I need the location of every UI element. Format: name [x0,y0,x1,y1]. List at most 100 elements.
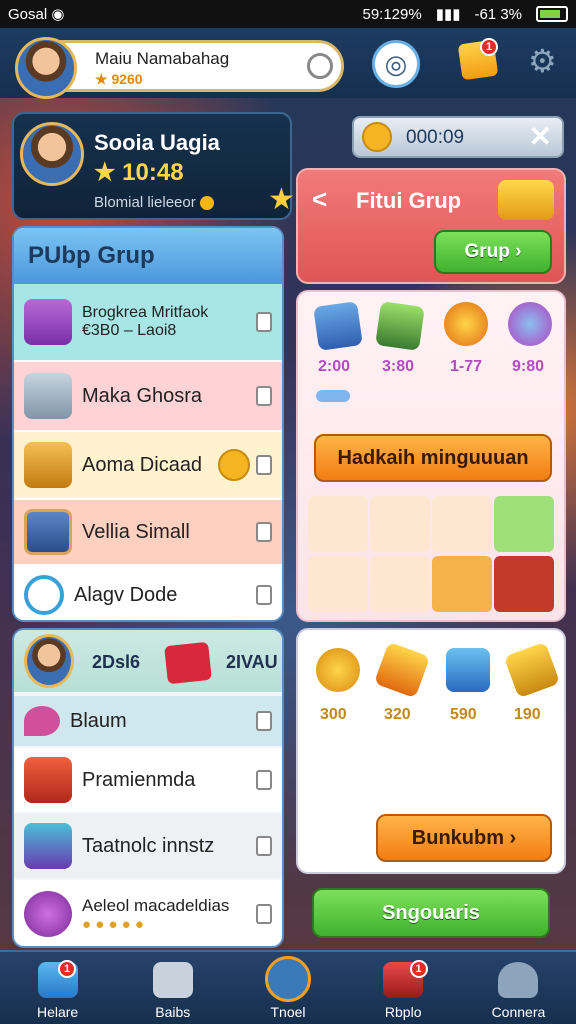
coin-icon [362,122,392,152]
list-item[interactable]: Maka Ghosra [14,362,282,430]
nav-item-rbplo[interactable]: 1 Rbplo [346,952,461,1024]
chat-icon [24,575,64,615]
medal-icon[interactable] [444,302,488,346]
chest-icon [24,823,72,869]
rewards-panel-2: 300 320 590 190 Bunkubm › [296,628,566,874]
star-icon: ★ [268,183,295,216]
chest-icon [24,757,72,803]
list-item-label: Brogkrea Mritfaok [82,304,209,321]
list-item[interactable]: Alagv Dode [14,566,282,620]
nav-item-connera[interactable]: Connera [461,952,576,1024]
list-item[interactable]: Pramienmda [14,748,282,812]
hadkaih-button[interactable]: Hadkaih minguuuan [314,434,552,482]
star-icon[interactable] [373,641,431,699]
reward-value: 9:80 [512,358,545,375]
chest-icon [24,442,72,488]
profile-pill[interactable]: Maiu Namabahag ★ 9260 [15,37,344,99]
list-item-label: Blaum [70,709,127,732]
lock-icon[interactable] [256,312,272,332]
carrier-text: Gosal [8,6,48,23]
grid-item[interactable] [370,496,430,552]
checkbox[interactable] [256,904,272,924]
status-bar: Gosal ◉ 59:129% ▮▮▮ -61 3% [0,0,576,28]
key-icon[interactable] [503,641,561,699]
gift-icon[interactable] [164,641,212,685]
nav-label: Helare [36,1004,79,1020]
rewards-panel: 2:00 3:80 1-77 9:80 Hadkaih minguuuan [296,290,566,622]
grid-item[interactable] [308,556,368,612]
close-icon[interactable]: ✕ [529,120,552,153]
bunkubm-button[interactable]: Bunkubm › [376,814,552,862]
list-item-label: Alagv Dode [74,583,178,606]
magnifier-icon: ◎ [384,48,408,79]
grup-button[interactable]: Grup › [434,230,552,274]
cast-icon: ◉ [51,6,65,23]
box-icon[interactable] [446,648,490,692]
nav-item-tnoel[interactable]: Tnoel [230,952,345,1024]
checkbox[interactable] [256,836,272,856]
grid-item[interactable] [432,556,492,612]
reward-value: 190 [514,706,541,723]
list-item-label: Aoma Dicaad [82,453,203,476]
nav-item-home[interactable]: 1 Helare [0,952,115,1024]
notification-badge: 1 [409,960,428,978]
list-item-label: Pramienmda [82,768,196,791]
list-item[interactable]: Brogkrea Mritfaok €3B0 – Laoi8 [14,284,282,360]
coin-icon [218,449,250,481]
grid-item[interactable] [432,496,492,552]
back-icon[interactable]: < [312,184,327,215]
card-icon[interactable] [375,301,425,351]
timer-value: 000:09 [406,127,465,148]
grid-item[interactable] [494,556,554,612]
lock-icon[interactable] [256,455,272,475]
search-icon[interactable] [307,53,333,79]
reward-value: 1-77 [450,358,483,375]
nav-item-baibs[interactable]: Baibs [115,952,230,1024]
notification-badge: 1 [58,960,76,978]
sngouaris-button[interactable]: Sngouaris [312,888,550,938]
list-item-label: Taatnolc innstz [82,834,215,857]
group-panel-2: 2Dsl6 2IVAU Blaum Pramienmda Taatnolc in… [12,628,284,948]
orb-icon [24,891,72,937]
heart-icon [24,706,60,736]
grid-item[interactable] [308,496,368,552]
user-card[interactable]: Sooia Uagia ★ 10:48 Blomial lieleeor ★ [12,112,295,220]
search-button[interactable]: ◎ [372,40,420,88]
chest-icon [24,373,72,419]
list-item[interactable]: Aeleol macadeldias ● ● ● ● ● [14,880,282,946]
header-value-right: 2IVAU [226,652,278,672]
list-item[interactable]: Aoma Dicaad [14,432,282,498]
grid-item[interactable] [494,496,554,552]
fitui-panel: < Fitui Grup Grup › [296,168,566,284]
group-panel-2-header: 2Dsl6 2IVAU [14,630,282,692]
item-grid [308,496,558,616]
player-name: Maiu Namabahag [95,49,230,68]
header-value-left: 2Dsl6 [92,652,141,672]
chat-icon [265,956,311,1002]
checkbox[interactable] [256,585,272,605]
medal-icon[interactable] [316,648,360,692]
clock-text: 59:129% [362,5,422,23]
lock-icon[interactable] [256,711,272,731]
checkbox[interactable] [256,770,272,790]
list-item[interactable]: Taatnolc innstz [14,814,282,878]
coin-icon [199,196,214,211]
user-avatar [20,122,84,186]
notification-badge: 1 [480,38,498,56]
list-item[interactable]: Blaum [14,696,282,746]
checkbox[interactable] [256,386,272,406]
reward-value: 300 [320,706,347,723]
gear-icon[interactable]: ⚙ [528,42,557,80]
checkbox[interactable] [256,522,272,542]
nav-label: Baibs [155,1004,191,1020]
user-label: Blomial lieleeor [94,194,214,211]
grid-item[interactable] [370,556,430,612]
reward-value: 3:80 [382,358,415,375]
nav-label: Rbplo [384,1004,422,1020]
gem-icon[interactable] [508,302,552,346]
shield-icon[interactable] [313,301,363,351]
avatar[interactable] [15,37,77,99]
list-item[interactable]: Vellia Simall [14,500,282,564]
group-panel: PUbp Grup Brogkrea Mritfaok €3B0 – Laoi8… [12,226,284,622]
signal-icon: ▮▮▮ [435,6,461,23]
